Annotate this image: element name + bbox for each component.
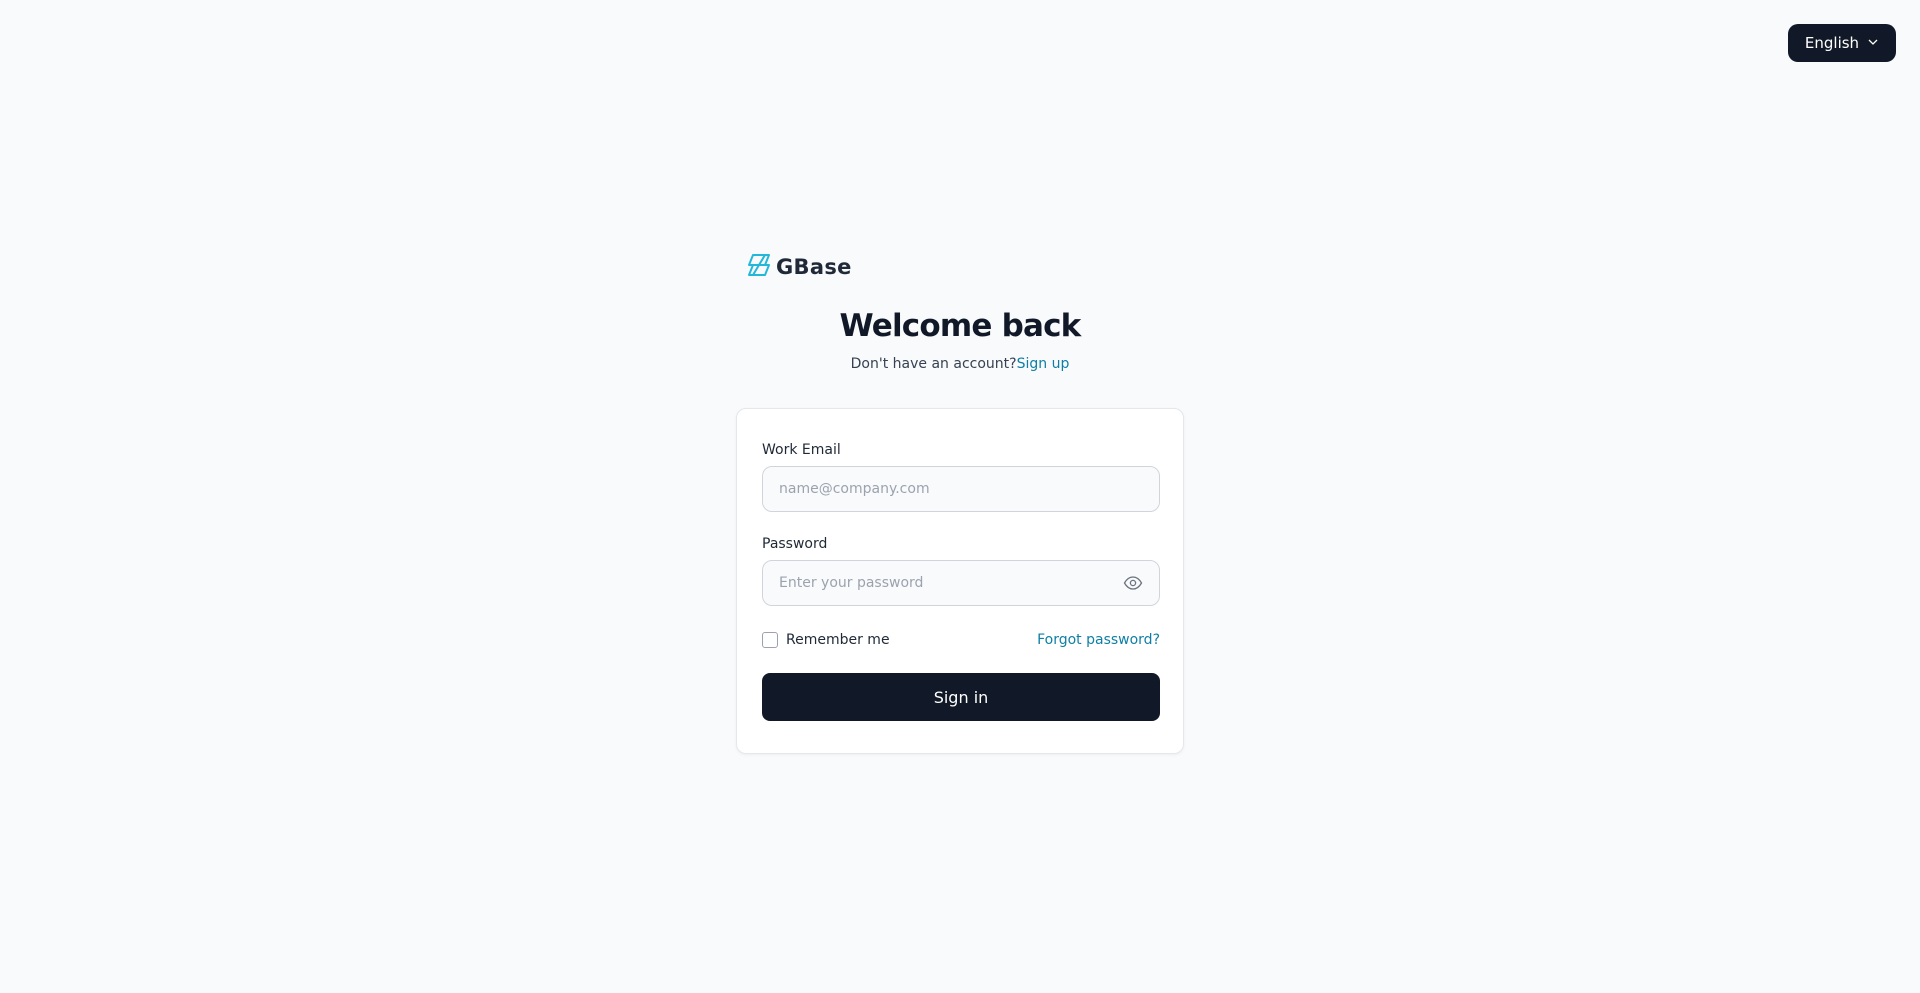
brand-name: GBase [776, 255, 852, 279]
remember-me[interactable]: Remember me [762, 632, 890, 648]
email-field[interactable] [762, 466, 1160, 512]
forgot-password-link[interactable]: Forgot password? [1037, 632, 1160, 648]
chevron-down-icon [1867, 34, 1879, 52]
sign-in-button[interactable]: Sign in [762, 673, 1160, 721]
login-card: Work Email Password Remember me Forgot p… [736, 408, 1184, 754]
language-selector-button[interactable]: English [1788, 24, 1896, 62]
language-label: English [1804, 34, 1860, 52]
password-label: Password [762, 536, 828, 552]
remember-me-label: Remember me [786, 632, 890, 648]
remember-me-checkbox[interactable] [762, 632, 778, 648]
signup-prompt: Don't have an account?Sign up [0, 356, 1920, 372]
no-account-text: Don't have an account? [850, 356, 1017, 372]
page-title: Welcome back [839, 308, 1081, 344]
password-field[interactable] [762, 560, 1160, 606]
brand-logo: GBase [746, 252, 852, 282]
signup-link[interactable]: Sign up [1017, 356, 1070, 372]
options-row: Remember me Forgot password? [762, 630, 1160, 650]
gbase-logo-icon [746, 252, 772, 282]
eye-icon[interactable] [1123, 573, 1143, 593]
email-label: Work Email [762, 442, 841, 458]
